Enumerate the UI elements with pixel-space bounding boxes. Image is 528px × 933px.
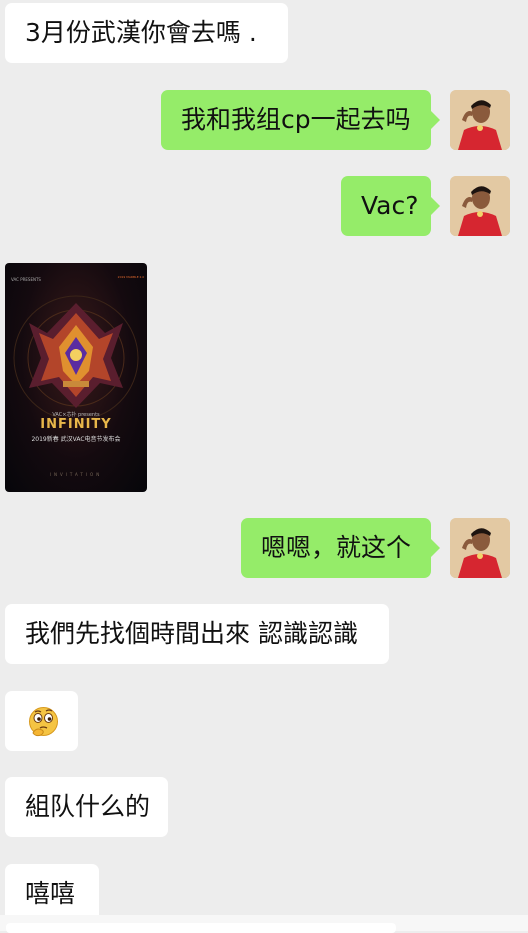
avatar[interactable] xyxy=(450,176,510,236)
message-image[interactable]: VAC PRESENTS 2019 MARBLE 2.0 VAC×芯扑 pres… xyxy=(5,263,147,492)
poster-header-right: 2019 MARBLE 2.0 xyxy=(117,275,145,279)
message-bubble-outgoing[interactable]: 我和我组cp一起去吗 xyxy=(161,90,440,150)
message-text: Vac? xyxy=(361,191,419,220)
poster-title: INFINITY xyxy=(40,417,112,432)
message-text: 嗯嗯，就这个 xyxy=(261,533,412,562)
message-bubble-incoming[interactable]: 3月份武漢你會去嗎 . xyxy=(5,3,288,63)
person-avatar-icon xyxy=(450,90,510,150)
avatar[interactable] xyxy=(450,518,510,578)
poster-subtitle: 2019新春 武汉VAC电音节发布会 xyxy=(31,436,121,443)
message-bubble-incoming[interactable]: 組队什么的 xyxy=(5,777,168,837)
message-bubble-outgoing[interactable]: Vac? xyxy=(341,176,440,236)
message-input[interactable] xyxy=(6,923,396,933)
message-text: 我們先找個時間出來 認識認識 xyxy=(25,619,358,648)
poster-header-left: VAC PRESENTS xyxy=(11,277,41,282)
message-bubble-incoming[interactable]: 我們先找個時間出來 認識認識 xyxy=(5,604,389,664)
message-text: 組队什么的 xyxy=(25,792,151,821)
avatar[interactable] xyxy=(450,90,510,150)
thinking-face-emoji-icon xyxy=(29,707,58,737)
poster-footer: INVITATION xyxy=(49,472,103,477)
person-avatar-icon xyxy=(450,518,510,578)
message-text: 嘻嘻 xyxy=(25,879,76,908)
person-avatar-icon xyxy=(450,176,510,236)
message-bubble-outgoing[interactable]: 嗯嗯，就这个 xyxy=(241,518,440,578)
chat-message-list[interactable]: 3月份武漢你會去嗎 . 我和我组cp一起去吗 Vac? VAC PRESENTS… xyxy=(0,0,528,931)
event-poster-artwork xyxy=(13,295,139,421)
message-text: 我和我组cp一起去吗 xyxy=(181,105,411,134)
message-text: 3月份武漢你會去嗎 . xyxy=(25,18,257,47)
